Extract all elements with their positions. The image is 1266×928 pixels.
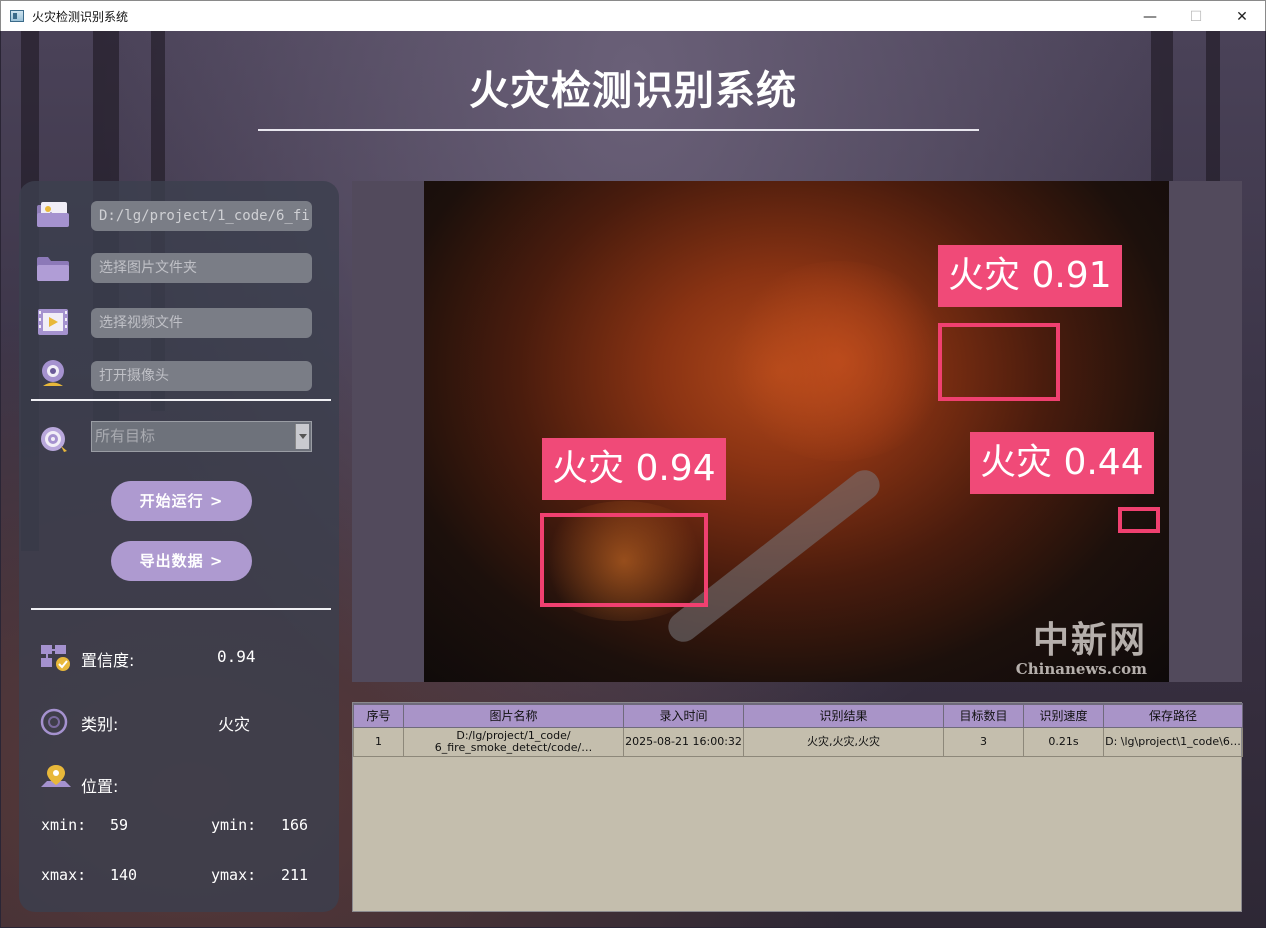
column-header[interactable]: 录入时间 (623, 703, 744, 728)
column-header[interactable]: 目标数目 (943, 703, 1024, 728)
class-label: 类别: (81, 715, 119, 734)
detection-box (938, 323, 1060, 401)
table-cell[interactable]: 0.21s (1023, 726, 1104, 757)
window-titlebar: 火灾检测识别系统 — ☐ ✕ (0, 0, 1266, 31)
control-panel: D:/lg/project/1_code/6_fire 选择图片文件夹 选择视频… (19, 181, 339, 912)
column-header[interactable]: 识别结果 (743, 703, 944, 728)
maximize-button[interactable]: ☐ (1173, 1, 1219, 32)
column-header[interactable]: 识别速度 (1023, 703, 1104, 728)
results-table[interactable]: 序号 图片名称 录入时间 识别结果 目标数目 识别速度 保存路径 1 D:/lg… (352, 702, 1243, 912)
confidence-icon (41, 645, 70, 671)
ymin-value: 166 (281, 816, 309, 834)
table-cell[interactable]: 3 (943, 726, 1024, 757)
class-value: 火灾 (218, 715, 251, 734)
video-file-input[interactable]: 选择视频文件 (91, 308, 312, 338)
target-select-value: 所有目标 (95, 427, 156, 445)
detection-box (1118, 507, 1160, 533)
xmax-label: xmax: (41, 866, 87, 884)
column-header[interactable]: 序号 (353, 703, 404, 728)
camera-icon[interactable] (35, 359, 71, 389)
folder-icon[interactable] (35, 253, 71, 283)
detection-label: 火灾 0.44 (970, 432, 1154, 494)
start-run-button[interactable]: 开始运行 > (111, 481, 252, 521)
watermark-cn: 中新网 (1032, 619, 1147, 661)
position-label: 位置: (81, 777, 119, 796)
section-divider (31, 399, 331, 401)
detection-box (540, 513, 708, 607)
chevron-down-icon[interactable] (295, 424, 309, 449)
watermark: 中新网 Chinanews.com (1016, 620, 1147, 678)
minimize-button[interactable]: — (1127, 1, 1173, 32)
image-folder-input[interactable]: 选择图片文件夹 (91, 253, 312, 283)
xmin-label: xmin: (41, 816, 87, 834)
detection-photo: 火灾 0.91 火灾 0.94 火灾 0.44 中新网 Chinanews.co… (424, 181, 1169, 682)
export-data-button[interactable]: 导出数据 > (111, 541, 252, 581)
image-display: 火灾 0.91 火灾 0.94 火灾 0.44 中新网 Chinanews.co… (352, 181, 1242, 682)
confidence-value: 0.94 (217, 647, 256, 666)
image-file-icon[interactable] (35, 199, 71, 229)
table-cell[interactable]: D:/lg/project/1_code/ 6_fire_smoke_detec… (403, 726, 624, 757)
detection-label: 火灾 0.91 (938, 245, 1122, 307)
section-divider (31, 608, 331, 610)
table-cell[interactable]: 2025-08-21 16:00:32 (623, 726, 744, 757)
ymax-value: 211 (281, 866, 309, 884)
table-cell[interactable]: D: \lg\project\1_code\6… (1103, 726, 1243, 757)
target-select[interactable]: 所有目标 (91, 421, 312, 452)
confidence-label: 置信度: (81, 651, 135, 670)
video-file-icon[interactable] (35, 307, 71, 337)
column-header[interactable]: 保存路径 (1103, 703, 1243, 728)
table-cell[interactable]: 火灾,火灾,火灾 (743, 726, 944, 757)
close-button[interactable]: ✕ (1219, 1, 1265, 32)
table-cell[interactable]: 1 (353, 726, 404, 757)
column-header[interactable]: 图片名称 (403, 703, 624, 728)
window-title: 火灾检测识别系统 (32, 9, 129, 24)
camera-input[interactable]: 打开摄像头 (91, 361, 312, 391)
detection-label: 火灾 0.94 (542, 438, 726, 500)
ymin-label: ymin: (211, 816, 257, 834)
ymax-label: ymax: (211, 866, 257, 884)
xmin-value: 59 (110, 816, 129, 834)
window-controls: — ☐ ✕ (1127, 1, 1265, 32)
class-icon (40, 708, 68, 736)
table-row[interactable]: 1 D:/lg/project/1_code/ 6_fire_smoke_det… (353, 726, 1243, 757)
title-divider (258, 129, 979, 131)
app-icon (10, 10, 24, 22)
watermark-en: Chinanews.com (1015, 660, 1147, 678)
xmax-value: 140 (110, 866, 138, 884)
image-path-input[interactable]: D:/lg/project/1_code/6_fire (91, 201, 312, 231)
location-pin-icon (41, 765, 71, 787)
target-icon (41, 427, 67, 452)
page-title: 火灾检测识别系统 (469, 68, 797, 114)
table-header-row: 序号 图片名称 录入时间 识别结果 目标数目 识别速度 保存路径 (353, 703, 1243, 728)
